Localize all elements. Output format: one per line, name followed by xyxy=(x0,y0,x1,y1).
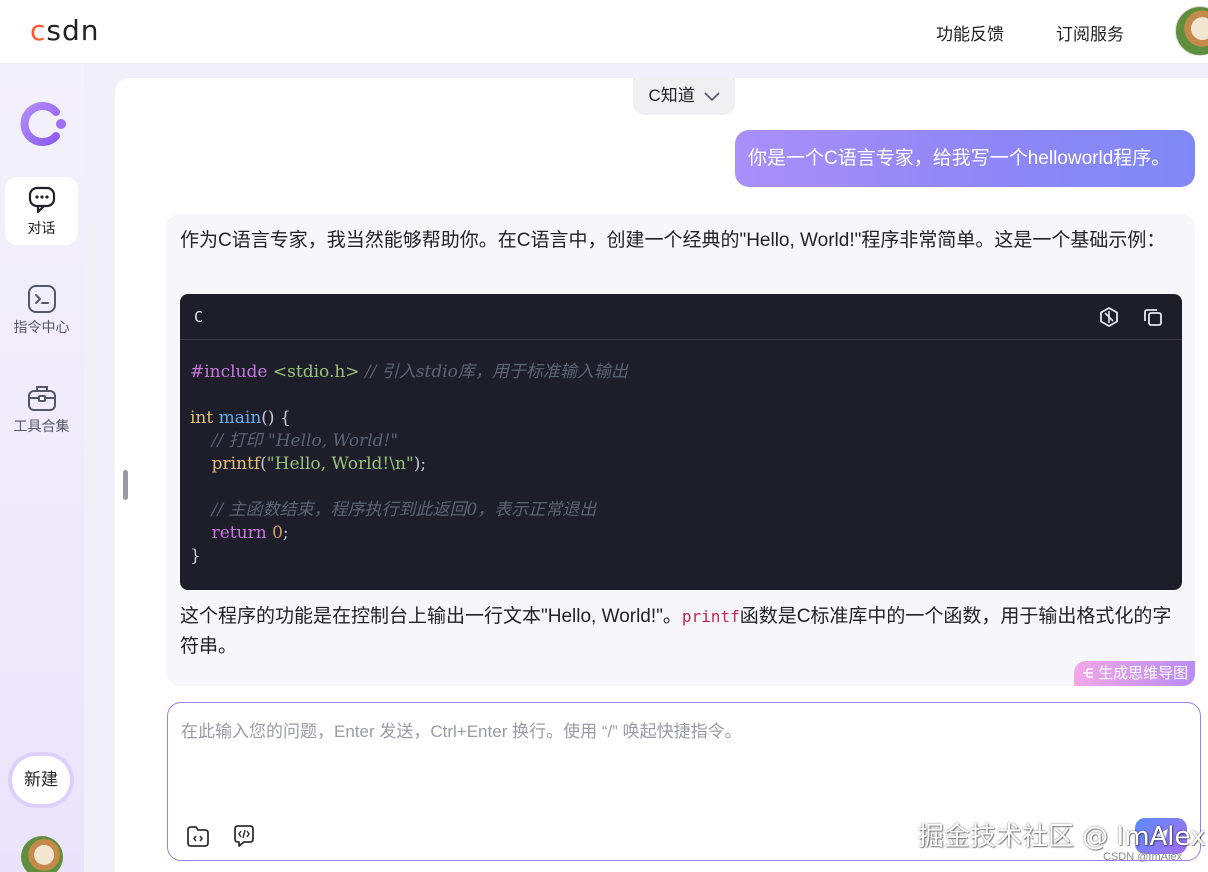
code-line: printf("Hello, World!\n"); xyxy=(211,454,427,474)
inline-code: printf xyxy=(681,607,740,626)
chat-icon xyxy=(28,186,55,214)
nav-feedback[interactable]: 功能反馈 xyxy=(936,20,1004,45)
logo-text: sdn xyxy=(46,14,100,47)
top-header: csdn 功能反馈 订阅服务 xyxy=(0,0,1208,64)
csdn-logo[interactable]: csdn xyxy=(30,14,100,47)
left-sidebar: 对话 指令中心 工具合集 新建 xyxy=(0,64,84,872)
run-code-icon[interactable] xyxy=(1098,306,1120,328)
code-content: #include <stdio.h> // 引入stdio库，用于标准输入输出 … xyxy=(190,361,628,568)
code-snippet-icon[interactable] xyxy=(231,823,257,849)
user-message: 你是一个C语言专家，给我写一个helloworld程序。 xyxy=(735,130,1195,187)
chat-input[interactable] xyxy=(181,717,1181,797)
mindmap-label: 生成思维导图 xyxy=(1098,665,1189,682)
sidebar-item-commands[interactable]: 指令中心 xyxy=(5,276,78,344)
copy-icon[interactable] xyxy=(1142,306,1164,328)
code-block-header: C xyxy=(180,294,1182,340)
mindmap-icon xyxy=(1083,668,1093,678)
code-line: int main() { xyxy=(190,408,291,428)
code-language-label: C xyxy=(194,308,204,326)
answer-outro-text: 这个程序的功能是在控制台上输出一行文本"Hello, World!"。print… xyxy=(180,606,1172,657)
generate-mindmap-button[interactable]: 生成思维导图 xyxy=(1074,661,1195,686)
sidebar-item-label: 工具合集 xyxy=(13,418,70,434)
c-zhidao-logo-icon xyxy=(20,102,66,146)
terminal-icon xyxy=(27,285,56,313)
code-line: // 主函数结束，程序执行到此返回0，表示正常退出 xyxy=(211,500,597,520)
code-line: #include <stdio.h> // 引入stdio库，用于标准输入输出 xyxy=(190,362,628,382)
code-line: return 0; xyxy=(211,523,289,543)
upload-file-icon[interactable] xyxy=(185,823,211,849)
watermark: 掘金技术社区 @ ImAlex xyxy=(918,822,1206,852)
model-selector[interactable]: C知道 xyxy=(633,78,735,115)
sidebar-item-label: 对话 xyxy=(27,220,56,236)
code-line: // 打印 "Hello, World!" xyxy=(211,431,399,451)
sidebar-item-chat[interactable]: 对话 xyxy=(5,177,78,245)
code-block: C #include <stdio.h> // 引入stdio库，用于标准输入输… xyxy=(180,294,1182,590)
nav-subscribe[interactable]: 订阅服务 xyxy=(1056,20,1124,45)
chevron-down-icon xyxy=(703,91,720,101)
model-selector-label: C知道 xyxy=(648,86,695,105)
panel-resize-handle[interactable] xyxy=(123,470,128,500)
watermark-small: CSDN @ImAlex xyxy=(1103,851,1183,863)
code-line: } xyxy=(190,546,201,566)
user-avatar[interactable] xyxy=(1175,6,1208,56)
new-chat-button[interactable]: 新建 xyxy=(12,756,70,804)
toolbox-icon xyxy=(27,386,56,411)
answer-intro-text: 作为C语言专家，我当然能够帮助你。在C语言中，创建一个经典的"Hello, Wo… xyxy=(180,230,1166,251)
sidebar-avatar[interactable] xyxy=(21,836,63,872)
sidebar-item-tools[interactable]: 工具合集 xyxy=(5,375,78,443)
sidebar-item-label: 指令中心 xyxy=(13,319,70,335)
